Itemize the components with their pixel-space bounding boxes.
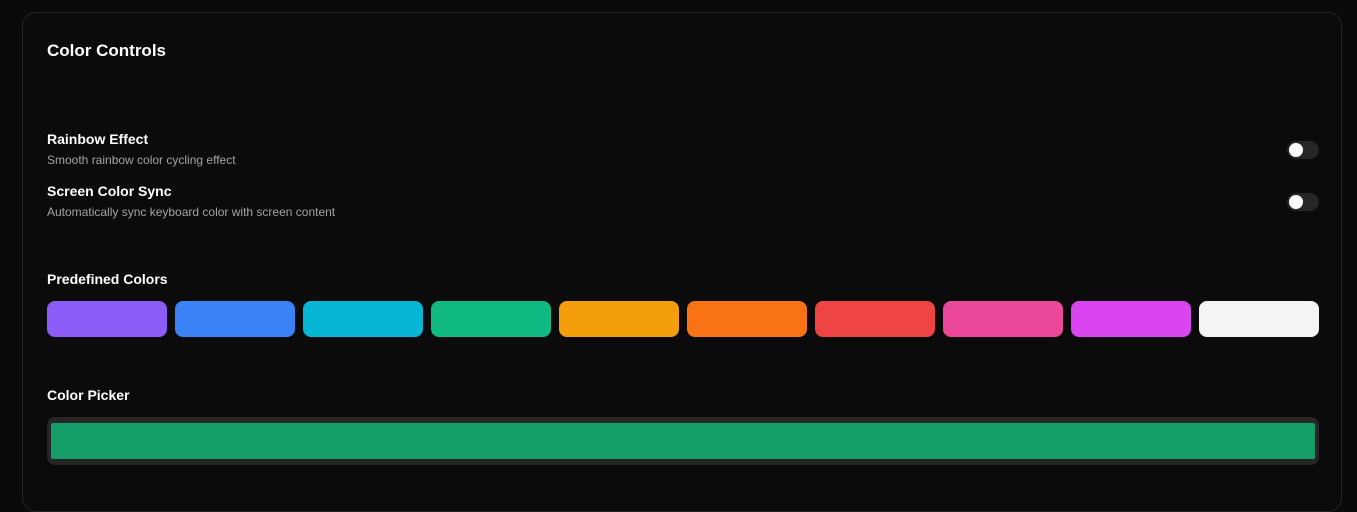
color-picker-label: Color Picker [47,387,130,403]
color-swatch-purple[interactable] [47,301,167,337]
predefined-colors-swatches [47,301,1319,337]
screen-color-sync-setting: Screen Color Sync Automatically sync key… [47,182,1319,224]
rainbow-effect-setting: Rainbow Effect Smooth rainbow color cycl… [47,130,1319,172]
predefined-colors-label: Predefined Colors [47,271,168,287]
rainbow-effect-toggle[interactable] [1287,141,1319,159]
toggle-knob [1289,195,1303,209]
color-swatch-white[interactable] [1199,301,1319,337]
color-picker-preview [51,423,1315,459]
screen-color-sync-description: Automatically sync keyboard color with s… [47,205,336,219]
panel-title: Color Controls [47,41,166,60]
color-swatch-orange[interactable] [687,301,807,337]
rainbow-effect-description: Smooth rainbow color cycling effect [47,153,236,167]
color-controls-panel: Color Controls Rainbow Effect Smooth rai… [22,12,1342,512]
color-swatch-cyan[interactable] [303,301,423,337]
toggle-knob [1289,143,1303,157]
color-picker-input[interactable] [47,417,1319,465]
color-swatch-red[interactable] [815,301,935,337]
color-swatch-pink[interactable] [943,301,1063,337]
color-swatch-green[interactable] [431,301,551,337]
rainbow-effect-title: Rainbow Effect [47,131,149,147]
screen-color-sync-title: Screen Color Sync [47,183,172,199]
color-swatch-blue[interactable] [175,301,295,337]
screen-color-sync-toggle[interactable] [1287,193,1319,211]
color-swatch-amber[interactable] [559,301,679,337]
color-swatch-magenta[interactable] [1071,301,1191,337]
